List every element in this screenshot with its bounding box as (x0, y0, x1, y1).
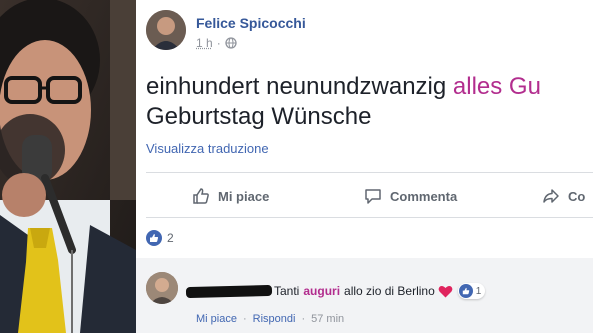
comment-reply-link[interactable]: Rispondi (253, 313, 296, 325)
comment-like-link[interactable]: Mi piace (196, 313, 237, 325)
heart-icon (438, 285, 453, 297)
comment-reaction-badge[interactable]: 1 (457, 283, 486, 299)
share-button[interactable]: Co (542, 187, 585, 205)
see-translation-link[interactable]: Visualizza traduzione (146, 141, 269, 156)
post-text-line1: einhundert neunundzwanzig (146, 73, 453, 100)
comments-section: Tanti auguri allo zio di Berlino 1 Mi pi… (136, 258, 593, 333)
comment-like-count: 1 (475, 285, 482, 297)
comment-sep-1: · (242, 313, 247, 325)
like-button-label: Mi piace (218, 188, 270, 204)
redacted-commenter-name (185, 284, 273, 298)
comment-text-end: allo zio di Berlino (344, 284, 435, 298)
like-reaction-icon (146, 230, 162, 246)
commenter-avatar-image (146, 272, 178, 304)
comment-button-label: Commenta (390, 188, 458, 204)
author-avatar[interactable] (146, 10, 186, 50)
comment-like-icon (458, 284, 473, 298)
comment-actions: Mi piace · Rispondi · 57 min (196, 313, 344, 325)
post-actions-bar: Mi piace Commenta Co (146, 178, 593, 214)
author-name[interactable]: Felice Spicocchi (196, 15, 306, 31)
comment-text-start: Tanti (274, 284, 300, 298)
like-button[interactable]: Mi piace (192, 187, 269, 205)
comment-time[interactable]: 57 min (311, 313, 344, 325)
share-button-label: Co (568, 188, 586, 204)
reactions-summary[interactable]: 2 (146, 230, 174, 246)
post-card: Felice Spicocchi 1 h · einhundert neunun… (136, 0, 593, 333)
reaction-count: 2 (167, 231, 174, 245)
post-time[interactable]: 1 h (196, 36, 213, 50)
post-text-line2: Geburtstag Wünsche (146, 103, 372, 130)
globe-icon[interactable] (225, 37, 237, 49)
divider-bottom (146, 217, 593, 218)
comment-bubble: Tanti auguri allo zio di Berlino 1 (185, 278, 486, 304)
post-text-highlight: alles Gu (452, 73, 541, 100)
speech-bubble-icon (365, 189, 381, 204)
commenter-avatar[interactable] (146, 272, 178, 304)
comment-sep-2: · (301, 313, 306, 325)
person-photo-image (0, 0, 136, 333)
profile-photo[interactable] (0, 0, 136, 333)
divider-top (146, 172, 593, 173)
thumbs-up-icon (193, 188, 209, 204)
post-meta: 1 h · (196, 36, 237, 50)
author-avatar-image (146, 10, 186, 50)
post-body-text: einhundert neunundzwanzig alles Gu Gebur… (146, 72, 593, 132)
meta-separator: · (216, 36, 221, 50)
share-arrow-icon (543, 189, 559, 203)
comment-button[interactable]: Commenta (364, 187, 457, 205)
post-header: Felice Spicocchi 1 h · (146, 10, 586, 60)
comment-text-highlight: auguri (303, 284, 341, 298)
